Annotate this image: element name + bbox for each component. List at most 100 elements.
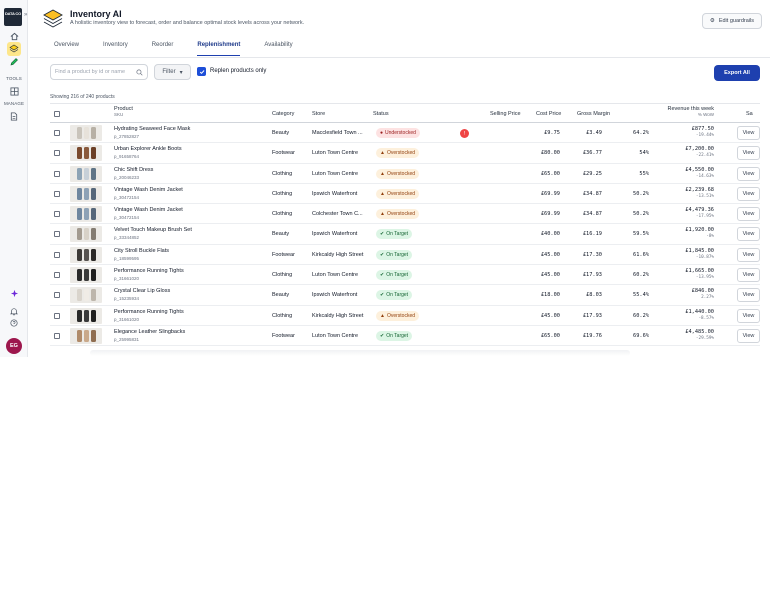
tab-availability[interactable]: Availability — [264, 42, 292, 56]
view-button[interactable]: View — [737, 207, 760, 222]
edit-guardrails-button[interactable]: ⚙ Edit guardrails — [701, 13, 762, 29]
product-name[interactable]: Urban Explorer Ankle Boots — [114, 146, 182, 152]
row-checkbox[interactable] — [54, 150, 60, 157]
product-name[interactable]: Performance Running Tights — [114, 268, 184, 274]
product-name[interactable]: Crystal Clear Lip Gloss — [114, 288, 170, 294]
pencil-icon[interactable] — [7, 55, 21, 69]
row-checkbox[interactable] — [54, 292, 60, 299]
table-row[interactable]: Elegance Leather Slingbacks p_25995831 F… — [50, 326, 760, 347]
status-badge: ▲ Overstocked — [376, 209, 420, 220]
row-checkbox[interactable] — [54, 170, 60, 177]
cost-price: £17.30 — [582, 251, 602, 258]
table-row[interactable]: Vintage Wash Denim Jacket p_30472154 Clo… — [50, 184, 760, 205]
product-name[interactable]: Hydrating Seaweed Face Mask — [114, 126, 190, 132]
status-badge: ✔ On Target — [376, 249, 413, 260]
view-button[interactable]: View — [737, 186, 760, 201]
help-icon[interactable] — [7, 316, 21, 330]
view-button[interactable]: View — [737, 247, 760, 262]
table-row[interactable]: Hydrating Seaweed Face Mask p_27852827 B… — [50, 123, 760, 144]
row-checkbox[interactable] — [54, 272, 60, 279]
inventory-ai-icon[interactable] — [7, 42, 21, 56]
tools-section-label: TOOLS — [6, 76, 22, 81]
tab-overview[interactable]: Overview — [54, 42, 79, 56]
col-product[interactable]: Product SKU — [114, 106, 133, 117]
product-name[interactable]: Vintage Wash Denim Jacket — [114, 187, 183, 193]
revenue-wow: -13.95% — [695, 275, 714, 281]
selling-price: £45.00 — [540, 272, 560, 279]
col-extra[interactable]: Sa — [746, 111, 753, 117]
results-count: Showing 216 of 240 products — [50, 94, 115, 100]
col-cost-price[interactable]: Cost Price — [536, 111, 561, 117]
status-badge: ● Understocked — [376, 128, 420, 138]
product-category: Clothing — [272, 312, 293, 319]
row-checkbox[interactable] — [54, 211, 60, 218]
col-revenue[interactable]: Revenue this week % WoW — [668, 106, 714, 117]
row-checkbox[interactable] — [54, 231, 60, 238]
table-row[interactable]: Vintage Wash Denim Jacket p_30472154 Clo… — [50, 204, 760, 225]
alert-icon[interactable]: ! — [460, 129, 469, 138]
row-checkbox[interactable] — [54, 312, 60, 319]
product-sku: p_18599595 — [114, 255, 140, 261]
product-image-shape — [83, 127, 89, 139]
col-store[interactable]: Store — [312, 111, 325, 117]
view-button[interactable]: View — [737, 166, 760, 181]
view-button[interactable]: View — [737, 328, 760, 343]
product-image-shape — [90, 228, 96, 241]
table-row[interactable]: City Stroll Buckle Flats p_18599595 Foot… — [50, 245, 760, 266]
home-icon[interactable] — [7, 29, 21, 43]
cost-price: £29.25 — [582, 170, 602, 177]
table-row[interactable]: Chic Shift Dress p_20046233 Clothing Lut… — [50, 164, 760, 184]
table-row[interactable]: Crystal Clear Lip Gloss p_15235934 Beaut… — [50, 285, 760, 306]
table-row[interactable]: Velvet Touch Makeup Brush Set p_33344852… — [50, 224, 760, 245]
product-name[interactable]: City Stroll Buckle Flats — [114, 248, 169, 254]
view-button[interactable]: View — [737, 126, 760, 140]
document-icon[interactable] — [7, 109, 21, 123]
product-name[interactable]: Elegance Leather Slingbacks — [114, 329, 185, 335]
grid-icon[interactable] — [7, 84, 21, 98]
status-label: On Target — [386, 272, 409, 279]
col-status[interactable]: Status — [373, 111, 389, 117]
view-button[interactable]: View — [737, 268, 760, 283]
export-all-button[interactable]: Export All — [714, 65, 760, 81]
company-logo[interactable]: DATA CO — [4, 8, 22, 26]
table-row[interactable]: Urban Explorer Ankle Boots p_91658764 Fo… — [50, 143, 760, 164]
sparkle-icon[interactable] — [7, 286, 21, 300]
table-row[interactable]: Performance Running Tights p_31661020 Cl… — [50, 265, 760, 286]
cost-price: £17.93 — [582, 312, 602, 319]
row-checkbox[interactable] — [54, 130, 60, 136]
view-button[interactable]: View — [737, 146, 760, 161]
view-button[interactable]: View — [737, 288, 760, 303]
chevron-double-right-icon[interactable]: » — [24, 12, 27, 18]
tab-inventory[interactable]: Inventory — [103, 42, 128, 56]
tab-replenishment[interactable]: Replenishment — [197, 42, 241, 56]
product-name[interactable]: Vintage Wash Denim Jacket — [114, 207, 183, 213]
col-selling-price[interactable]: Selling Price — [490, 111, 521, 117]
col-gross-margin[interactable]: Gross Margin — [577, 111, 610, 117]
view-button[interactable]: View — [737, 227, 760, 242]
table-row[interactable]: Performance Running Tights p_31661020 Cl… — [50, 306, 760, 326]
product-name[interactable]: Chic Shift Dress — [114, 167, 153, 173]
row-checkbox[interactable] — [54, 332, 60, 339]
product-category: Footwear — [272, 150, 295, 157]
filter-button[interactable]: Filter ▾ — [154, 64, 191, 80]
select-all-checkbox[interactable] — [54, 111, 60, 117]
selling-price: £9.75 — [544, 130, 560, 136]
col-category[interactable]: Category — [272, 111, 294, 117]
product-image-shape — [90, 127, 96, 139]
tab-reorder[interactable]: Reorder — [152, 42, 174, 56]
row-checkbox[interactable] — [54, 190, 60, 197]
product-name[interactable]: Velvet Touch Makeup Brush Set — [114, 227, 192, 233]
search-input[interactable]: Find a product by id or name — [50, 64, 148, 80]
replen-only-checkbox[interactable] — [197, 67, 206, 76]
row-checkbox[interactable] — [54, 251, 60, 258]
product-name[interactable]: Performance Running Tights — [114, 309, 184, 315]
check-circle-icon: ✔ — [380, 332, 385, 339]
view-button[interactable]: View — [737, 308, 760, 323]
search-placeholder: Find a product by id or name — [55, 69, 126, 75]
store-name: Kirkcaldy High Street — [312, 312, 364, 319]
horizontal-scrollbar[interactable] — [90, 350, 630, 356]
store-name: Ipswich Waterfront — [312, 190, 358, 197]
product-sku: p_33344852 — [114, 235, 140, 241]
user-avatar[interactable]: EG — [6, 338, 22, 354]
cost-price: £19.76 — [582, 332, 602, 339]
